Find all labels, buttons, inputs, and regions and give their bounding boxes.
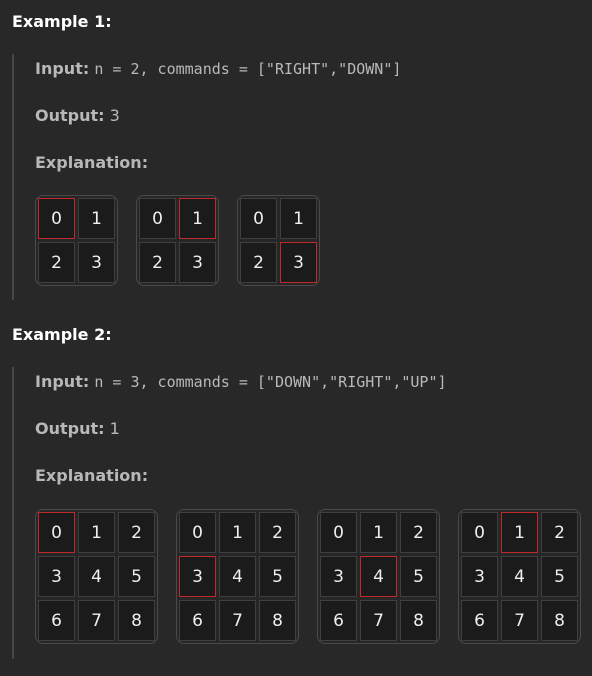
grid-state: 0123 <box>136 195 219 286</box>
example-1-grids: 012301230123 <box>35 195 320 286</box>
grid-cell: 8 <box>400 600 437 641</box>
grid-cell: 1 <box>219 512 256 553</box>
grid-cell: 8 <box>118 600 155 641</box>
grid-cell-active: 0 <box>38 198 75 239</box>
example-2-input-line: Input: n = 3, commands = ["DOWN","RIGHT"… <box>35 372 447 392</box>
grid-cell: 3 <box>179 242 216 283</box>
example-2-grids: 012345678012345678012345678012345678 <box>35 509 581 644</box>
input-value: n = 2, commands = ["RIGHT","DOWN"] <box>94 60 402 78</box>
grid-state: 012 345 678 <box>458 509 581 644</box>
output-label: Output: <box>35 419 105 438</box>
grid-cell: 3 <box>38 556 75 597</box>
grid-cell: 8 <box>541 600 578 641</box>
grid-cell: 0 <box>139 198 176 239</box>
grid-cell: 6 <box>179 600 216 641</box>
input-label: Input: <box>35 372 90 391</box>
grid-cell: 0 <box>179 512 216 553</box>
grid-cell: 5 <box>259 556 296 597</box>
grid-cell: 4 <box>501 556 538 597</box>
grid-cell: 7 <box>501 600 538 641</box>
grid-cell-active: 1 <box>501 512 538 553</box>
grid-cell: 7 <box>78 600 115 641</box>
grid-cell: 2 <box>259 512 296 553</box>
example-2-block: Input: n = 3, commands = ["DOWN","RIGHT"… <box>12 367 592 659</box>
grid-cell-active: 0 <box>38 512 75 553</box>
grid-state: 012 345 678 <box>176 509 299 644</box>
grid-cell: 2 <box>139 242 176 283</box>
grid-cell: 6 <box>320 600 357 641</box>
grid-cell: 2 <box>400 512 437 553</box>
grid-cell: 2 <box>38 242 75 283</box>
explanation-label: Explanation: <box>35 466 149 485</box>
grid-cell: 1 <box>78 198 115 239</box>
grid-cell: 5 <box>118 556 155 597</box>
example-2-explanation-line: Explanation: <box>35 466 148 486</box>
grid-cell: 3 <box>320 556 357 597</box>
grid-cell: 4 <box>78 556 115 597</box>
explanation-label: Explanation: <box>35 153 149 172</box>
grid-cell: 2 <box>240 242 277 283</box>
grid-cell-active: 3 <box>280 242 317 283</box>
example-1-output-line: Output: 3 <box>35 106 120 126</box>
grid-cell: 6 <box>38 600 75 641</box>
grid-cell: 7 <box>219 600 256 641</box>
grid-state: 0123 <box>35 195 118 286</box>
grid-state: 012 345 678 <box>317 509 440 644</box>
input-label: Input: <box>35 59 90 78</box>
example-1-input-line: Input: n = 2, commands = ["RIGHT","DOWN"… <box>35 59 401 79</box>
grid-cell: 1 <box>360 512 397 553</box>
grid-cell: 0 <box>240 198 277 239</box>
grid-cell: 0 <box>461 512 498 553</box>
example-1-explanation-line: Explanation: <box>35 153 148 173</box>
output-value: 1 <box>109 419 120 438</box>
grid-state: 012 345 678 <box>35 509 158 644</box>
input-value: n = 3, commands = ["DOWN","RIGHT","UP"] <box>94 373 447 391</box>
grid-cell: 7 <box>360 600 397 641</box>
grid-cell-active: 3 <box>179 556 216 597</box>
grid-cell-active: 4 <box>360 556 397 597</box>
grid-cell: 2 <box>541 512 578 553</box>
grid-cell: 0 <box>320 512 357 553</box>
grid-cell: 1 <box>78 512 115 553</box>
grid-cell: 3 <box>78 242 115 283</box>
grid-cell: 3 <box>461 556 498 597</box>
example-2-title: Example 2: <box>12 325 112 344</box>
grid-cell-active: 1 <box>179 198 216 239</box>
grid-cell: 5 <box>400 556 437 597</box>
grid-cell: 6 <box>461 600 498 641</box>
example-1-block: Input: n = 2, commands = ["RIGHT","DOWN"… <box>12 54 592 300</box>
grid-cell: 8 <box>259 600 296 641</box>
grid-cell: 1 <box>280 198 317 239</box>
example-2-output-line: Output: 1 <box>35 419 120 439</box>
grid-cell: 4 <box>219 556 256 597</box>
grid-cell: 2 <box>118 512 155 553</box>
grid-state: 0123 <box>237 195 320 286</box>
output-value: 3 <box>109 106 120 125</box>
example-1-title: Example 1: <box>12 12 112 31</box>
output-label: Output: <box>35 106 105 125</box>
grid-cell: 5 <box>541 556 578 597</box>
